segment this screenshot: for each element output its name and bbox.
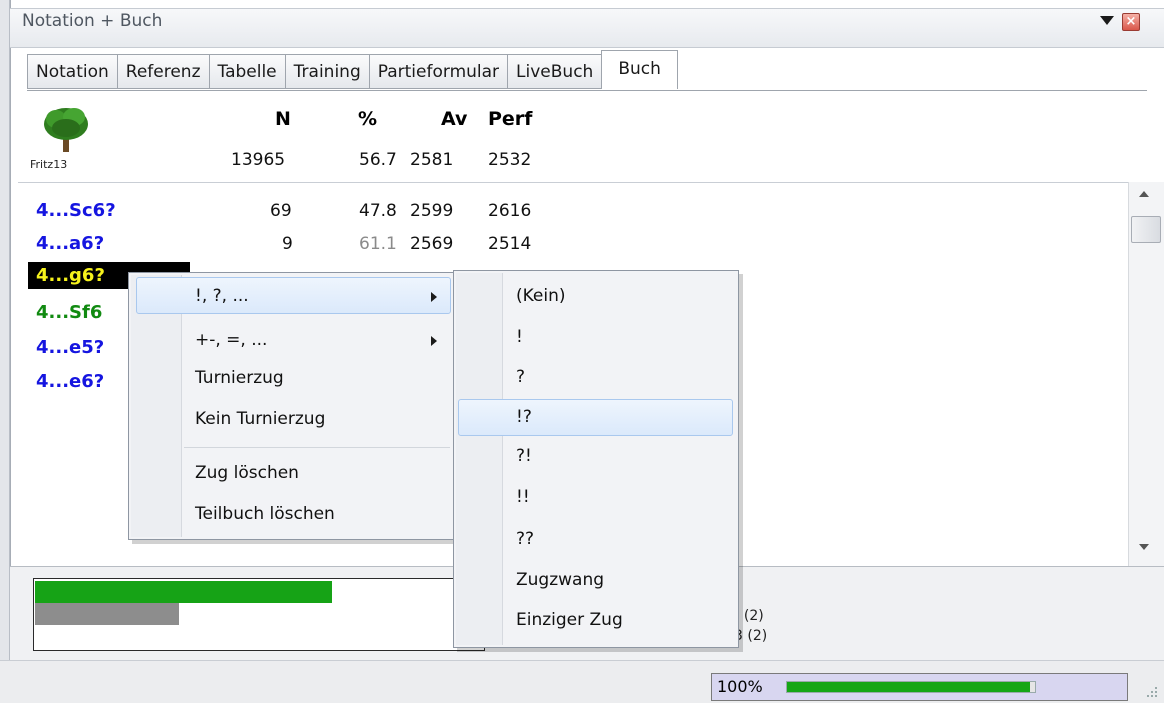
move-row[interactable]: 4...Sf6 — [36, 302, 102, 323]
move-row[interactable]: 4...a6? — [36, 233, 104, 254]
header-divider — [18, 182, 1148, 183]
submenu-gutter — [456, 273, 503, 645]
submenu-item-zugzwang[interactable]: Zugzwang — [516, 570, 604, 590]
move-av: 2569 — [410, 234, 454, 254]
scroll-down-icon[interactable] — [1139, 544, 1149, 550]
submenu-arrow-icon — [431, 292, 437, 302]
move-n: 9 — [282, 234, 293, 254]
menu-item-zug-loeschen[interactable]: Zug löschen — [195, 463, 299, 483]
submenu-item-none[interactable]: (Kein) — [516, 286, 566, 306]
submenu-arrow-icon — [431, 336, 437, 346]
total-av: 2581 — [410, 150, 454, 170]
tab-partieformular[interactable]: Partieformular — [368, 54, 508, 89]
tab-bar: Notation Referenz Tabelle Training Parti… — [27, 50, 678, 91]
move-percent: 47.8 — [359, 201, 397, 221]
move-row[interactable]: 4...Sc6? — [36, 200, 116, 221]
move-n: 69 — [270, 201, 292, 221]
submenu-item-good[interactable]: ! — [516, 327, 523, 347]
resize-grip-icon[interactable] — [1146, 686, 1158, 698]
progress-fill — [787, 682, 1030, 692]
close-icon[interactable]: × — [1122, 13, 1140, 31]
menu-item-kein-turnierzug[interactable]: Kein Turnierzug — [195, 409, 325, 429]
move-percent: 61.1 — [359, 234, 397, 254]
menu-item-evaluation[interactable]: +-, =, ... — [195, 330, 267, 350]
scroll-up-icon[interactable] — [1139, 191, 1149, 197]
tab-notation[interactable]: Notation — [27, 54, 117, 89]
tab-buch[interactable]: Buch — [601, 50, 678, 89]
panel-title-bar — [10, 8, 1164, 48]
move-row[interactable]: 4...e6? — [36, 371, 104, 392]
submenu-item-mistake[interactable]: ? — [516, 367, 525, 387]
header-perf: Perf — [488, 108, 533, 130]
total-perf: 2532 — [488, 150, 532, 170]
result-bar-gray — [35, 603, 179, 625]
submenu-item-interesting[interactable]: !? — [516, 407, 532, 427]
header-percent: % — [358, 108, 378, 130]
menu-separator — [184, 447, 450, 448]
tab-tabelle[interactable]: Tabelle — [208, 54, 285, 89]
panel-title: Notation + Buch — [22, 11, 163, 31]
submenu-item-blunder[interactable]: ?? — [516, 529, 534, 549]
tab-referenz[interactable]: Referenz — [116, 54, 209, 89]
header-n: N — [275, 108, 291, 130]
move-row[interactable]: 4...e5? — [36, 337, 104, 358]
panel-menu-arrow-icon[interactable] — [1100, 16, 1114, 25]
submenu-item-dubious[interactable]: ?! — [516, 446, 532, 466]
submenu-item-einziger-zug[interactable]: Einziger Zug — [516, 610, 623, 630]
menu-item-turnierzug[interactable]: Turnierzug — [195, 368, 284, 388]
header-av: Av — [441, 108, 468, 130]
result-bar-green — [35, 581, 332, 603]
context-menu-highlight — [136, 277, 451, 314]
submenu-highlight — [458, 399, 733, 436]
move-row-selected[interactable]: 4...g6? — [36, 265, 105, 286]
move-av: 2599 — [410, 201, 454, 221]
submenu-item-brilliant[interactable]: !! — [516, 487, 530, 507]
progress-label: 100% — [717, 677, 763, 696]
move-perf: 2514 — [488, 234, 532, 254]
total-percent: 56.7 — [359, 150, 397, 170]
menu-item-teilbuch-loeschen[interactable]: Teilbuch löschen — [195, 504, 335, 524]
menu-item-annotation[interactable]: !, ?, ... — [195, 286, 249, 306]
tab-training[interactable]: Training — [284, 54, 369, 89]
left-edge-strip — [0, 0, 10, 660]
context-menu-gutter — [131, 275, 182, 537]
tree-icon — [44, 108, 88, 152]
move-perf: 2616 — [488, 201, 532, 221]
scroll-thumb[interactable] — [1131, 216, 1161, 243]
tab-livebuch[interactable]: LiveBuch — [507, 54, 602, 89]
tree-label: Fritz13 — [30, 158, 68, 171]
total-n: 13965 — [231, 150, 286, 170]
